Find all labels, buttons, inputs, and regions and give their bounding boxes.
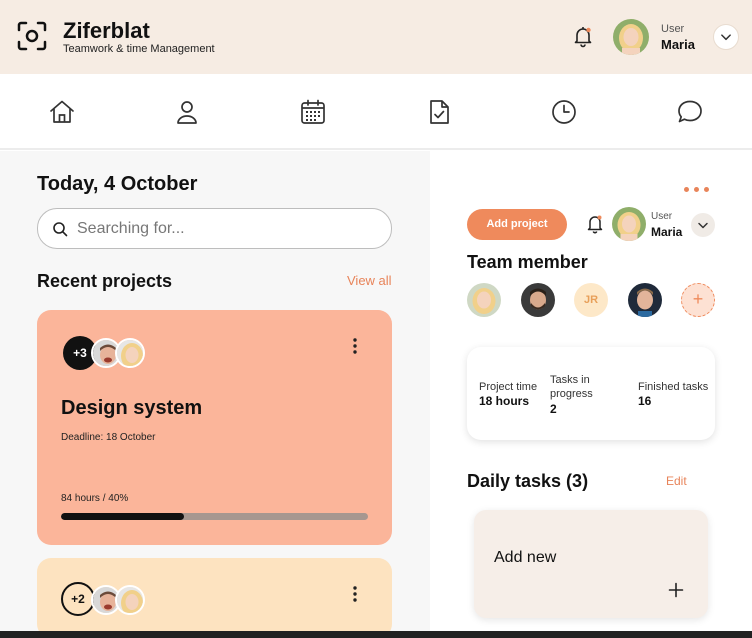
profile-icon[interactable] <box>173 98 201 126</box>
projects-panel: Today, 4 October Searching for... Recent… <box>0 151 430 638</box>
project-progress-bar <box>61 513 368 520</box>
team-title: Team member <box>467 252 588 272</box>
brand-title: Ziferblat <box>63 18 150 43</box>
team-member-avatar[interactable] <box>521 283 555 317</box>
member-avatar <box>115 338 145 368</box>
brand-subtitle: Teamwork & time Management <box>63 43 215 55</box>
user-avatar[interactable] <box>612 207 646 241</box>
stat-label: Tasks in progress <box>550 374 593 400</box>
user-name: Maria <box>651 225 683 239</box>
member-avatar <box>115 585 145 615</box>
stat-label: Finished tasks <box>638 381 709 393</box>
page-title: Today, 4 October <box>37 173 198 195</box>
team-member-avatar[interactable] <box>467 283 501 317</box>
more-horizontal-icon[interactable] <box>684 187 710 193</box>
team-member-avatar[interactable] <box>628 283 662 317</box>
more-vertical-icon[interactable] <box>352 585 358 603</box>
user-name: Maria <box>661 37 695 52</box>
daily-tasks-title: Daily tasks (3) <box>467 471 589 491</box>
clock-icon[interactable] <box>550 98 578 126</box>
add-project-button[interactable]: Add project <box>467 209 567 240</box>
search-placeholder: Searching for... <box>77 220 185 237</box>
add-new-label: Add new <box>494 549 557 566</box>
add-member-button[interactable]: + <box>681 283 715 317</box>
plus-icon[interactable] <box>668 582 684 598</box>
app-header: Ziferblat Teamwork & time Management Use… <box>0 0 752 74</box>
project-progress-fill <box>61 513 184 520</box>
window-bottom-edge <box>0 631 752 638</box>
stat-value: 18 hours <box>479 394 530 408</box>
chat-icon[interactable] <box>676 98 704 126</box>
section-title: Recent projects <box>37 271 173 291</box>
edit-link[interactable]: Edit <box>666 474 687 488</box>
project-card[interactable]: +2 <box>37 558 392 638</box>
team-member-initials[interactable]: JR <box>574 283 608 317</box>
document-check-icon[interactable] <box>425 98 453 126</box>
chevron-down-icon[interactable] <box>713 24 739 50</box>
search-input[interactable]: Searching for... <box>37 208 392 249</box>
project-title: Design system <box>61 397 203 419</box>
home-icon[interactable] <box>48 98 76 126</box>
more-vertical-icon[interactable] <box>352 337 358 355</box>
view-all-link[interactable]: View all <box>347 273 392 288</box>
main-nav <box>0 74 752 150</box>
stat-value: 16 <box>638 394 652 408</box>
add-task-card[interactable]: Add new <box>474 510 708 618</box>
project-card[interactable]: +3 Design system Deadline: 18 October 84… <box>37 310 392 545</box>
user-avatar[interactable] <box>613 19 649 55</box>
chevron-down-icon[interactable] <box>691 213 715 237</box>
stats-card: Project time 18 hours Tasks in progress … <box>467 347 715 440</box>
project-deadline: Deadline: 18 October <box>61 432 156 443</box>
stat-value: 2 <box>550 402 557 416</box>
extra-members-badge: +2 <box>61 582 95 616</box>
bell-icon[interactable] <box>571 24 595 48</box>
stat-label: Project time <box>479 381 538 393</box>
user-role-label: User <box>651 211 673 222</box>
search-icon <box>53 222 68 237</box>
calendar-icon[interactable] <box>299 98 327 126</box>
project-hours: 84 hours / 40% <box>61 493 129 504</box>
bell-icon[interactable] <box>585 212 605 234</box>
user-role-label: User <box>661 23 685 35</box>
focus-logo-icon <box>17 21 47 51</box>
side-panel: Add project User Maria Team member JR + … <box>430 151 752 631</box>
